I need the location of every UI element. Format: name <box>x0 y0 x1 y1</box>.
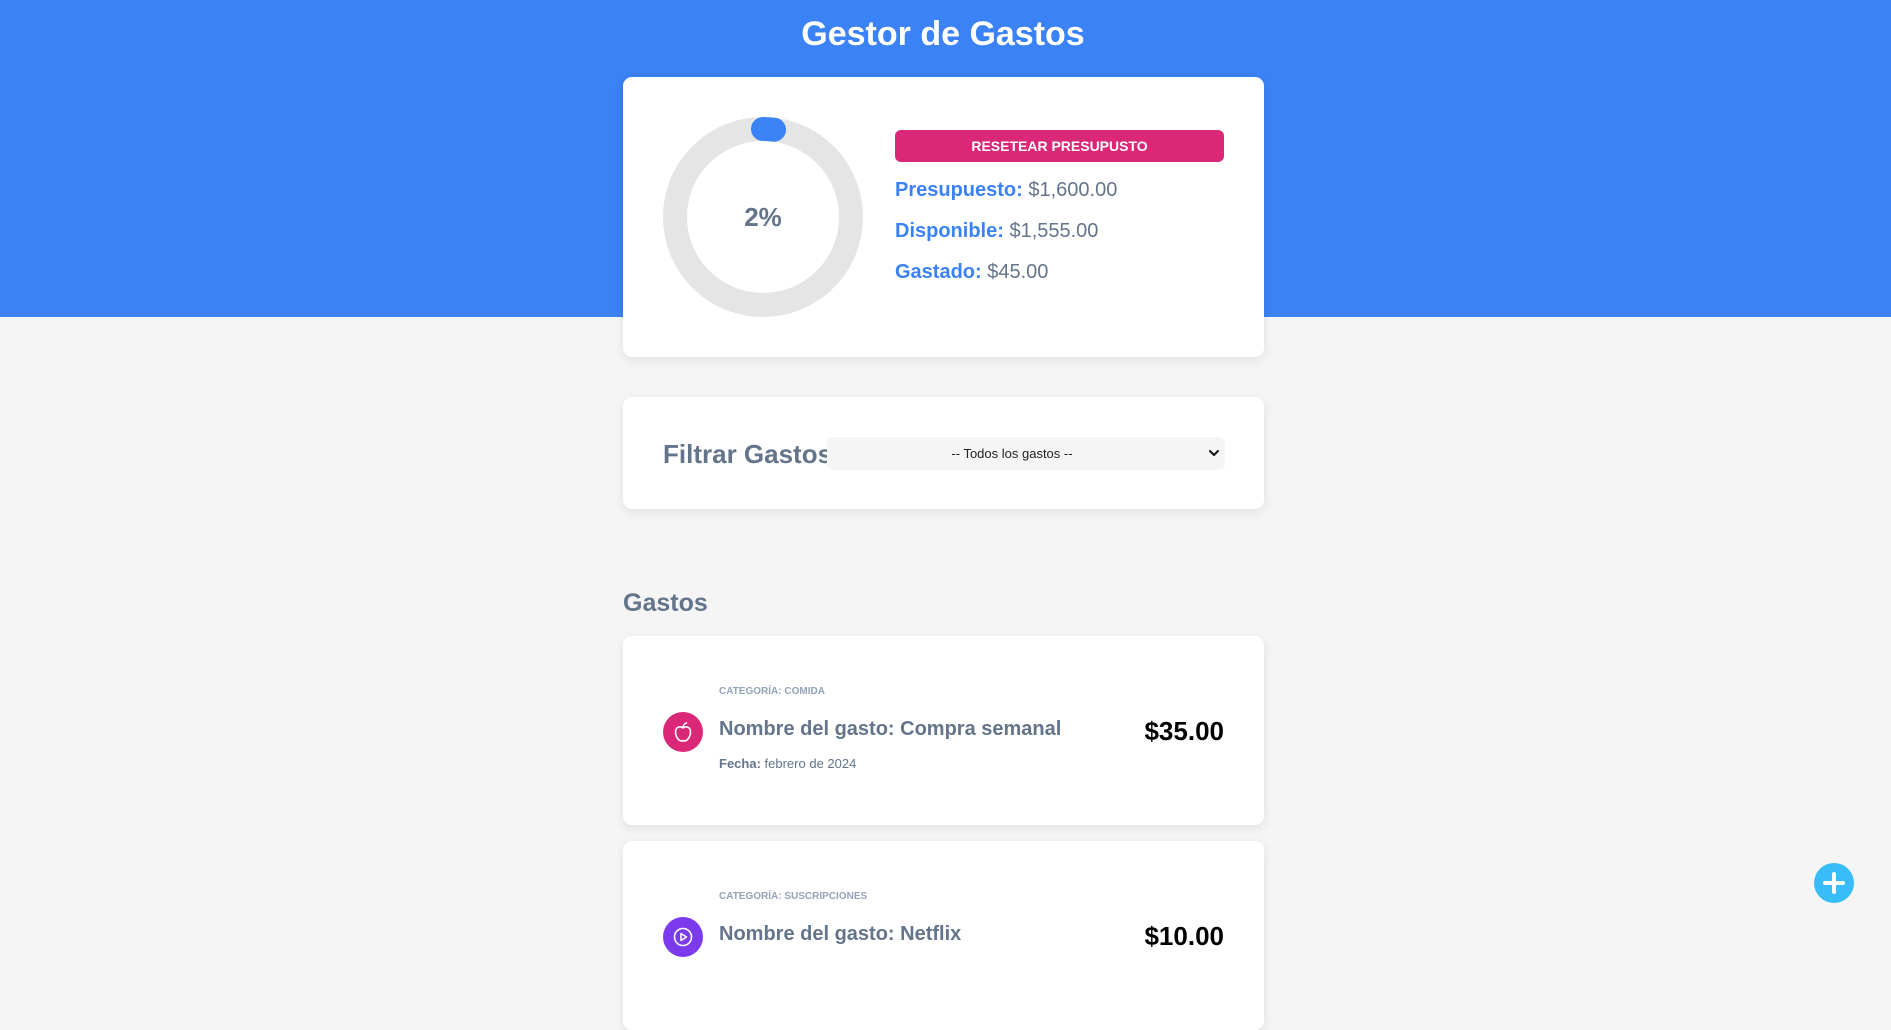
available-value: $1,555.00 <box>1009 220 1099 242</box>
expense-item[interactable]: Categoría: Suscripciones Nombre del gast… <box>623 841 1264 1030</box>
available-label: Disponible: <box>895 220 1004 242</box>
expense-name: Nombre del gasto: Compra semanal <box>719 718 1062 740</box>
filter-selected-option: -- Todos los gastos -- <box>951 446 1073 461</box>
expense-date-value: febrero de 2024 <box>764 756 857 771</box>
expenses-section-title: Gastos <box>623 589 708 617</box>
expense-date-label: Fecha: <box>719 756 761 771</box>
budget-card: 2% RESETEAR PRESUPUSTO Presupuesto: $1,6… <box>623 77 1264 357</box>
expense-date: Fecha: febrero de 2024 <box>719 755 856 773</box>
app-title: Gestor de Gastos <box>801 15 1085 53</box>
filter-card: Filtrar Gastos -- Todos los gastos -- <box>623 397 1264 509</box>
spent-stat: Gastado: $45.00 <box>895 259 1048 285</box>
category-food-badge <box>663 712 703 752</box>
filter-label: Filtrar Gastos <box>663 439 833 469</box>
expense-amount: $35.00 <box>1144 716 1224 746</box>
budget-label: Presupuesto: <box>895 179 1023 201</box>
spent-label: Gastado: <box>895 261 982 283</box>
budget-progress-ring: 2% <box>663 117 863 317</box>
category-subscriptions-badge <box>663 917 703 957</box>
reset-budget-button[interactable]: RESETEAR PRESUPUSTO <box>895 130 1224 162</box>
expense-name: Nombre del gasto: Netflix <box>719 923 962 945</box>
budget-value: $1,600.00 <box>1028 179 1118 201</box>
chevron-down-icon <box>1209 450 1219 456</box>
expense-item[interactable]: Categoría: Comida Nombre del gasto: Comp… <box>623 636 1264 825</box>
add-expense-button[interactable] <box>1814 863 1854 903</box>
plus-icon <box>1823 872 1845 894</box>
expense-amount: $10.00 <box>1144 921 1224 951</box>
apple-icon <box>674 722 692 742</box>
budget-stat: Presupuesto: $1,600.00 <box>895 177 1117 203</box>
play-icon <box>673 927 693 947</box>
budget-percent-label: 2% <box>744 202 782 232</box>
spent-value: $45.00 <box>987 261 1049 283</box>
filter-select[interactable]: -- Todos los gastos -- <box>827 437 1225 470</box>
available-stat: Disponible: $1,555.00 <box>895 218 1098 244</box>
expense-category: Categoría: Suscripciones <box>719 891 868 902</box>
expense-category: Categoría: Comida <box>719 686 825 697</box>
